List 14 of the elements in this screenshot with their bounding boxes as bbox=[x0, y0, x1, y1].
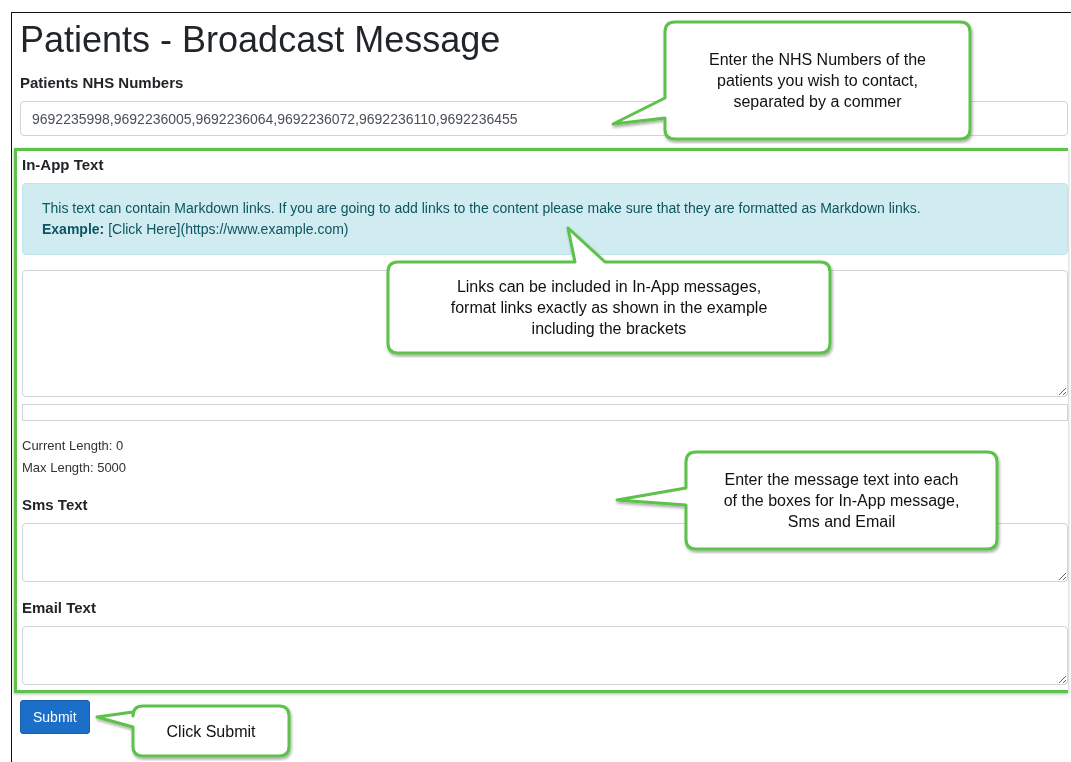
submit-button[interactable]: Submit bbox=[20, 700, 90, 734]
info-text: This text can contain Markdown links. If you are going to add links to the content please make sure that they are formatted as Markdown links. bbox=[42, 199, 922, 218]
email-text-field[interactable] bbox=[22, 626, 1068, 685]
field-label: Patients NHS Numbers bbox=[20, 73, 184, 93]
callout-text: Links can be included in In-App messages, format links exactly as shown in the example including the brackets bbox=[449, 277, 769, 339]
current-length-text: Current Length: 0 bbox=[22, 437, 125, 455]
field-label: Email Text bbox=[22, 598, 96, 618]
page-title: Patients - Broadcast Message bbox=[20, 18, 501, 62]
field-label: Sms Text bbox=[22, 495, 88, 515]
info-text: Example: [Click Here](https://www.example.com) bbox=[42, 220, 350, 239]
field-label: In-App Text bbox=[22, 155, 104, 175]
callout-text: Enter the message text into each of the boxes for In-App message, Sms and Email bbox=[722, 470, 961, 532]
callout-text: Click Submit bbox=[166, 721, 256, 742]
input-field[interactable] bbox=[22, 404, 1068, 421]
